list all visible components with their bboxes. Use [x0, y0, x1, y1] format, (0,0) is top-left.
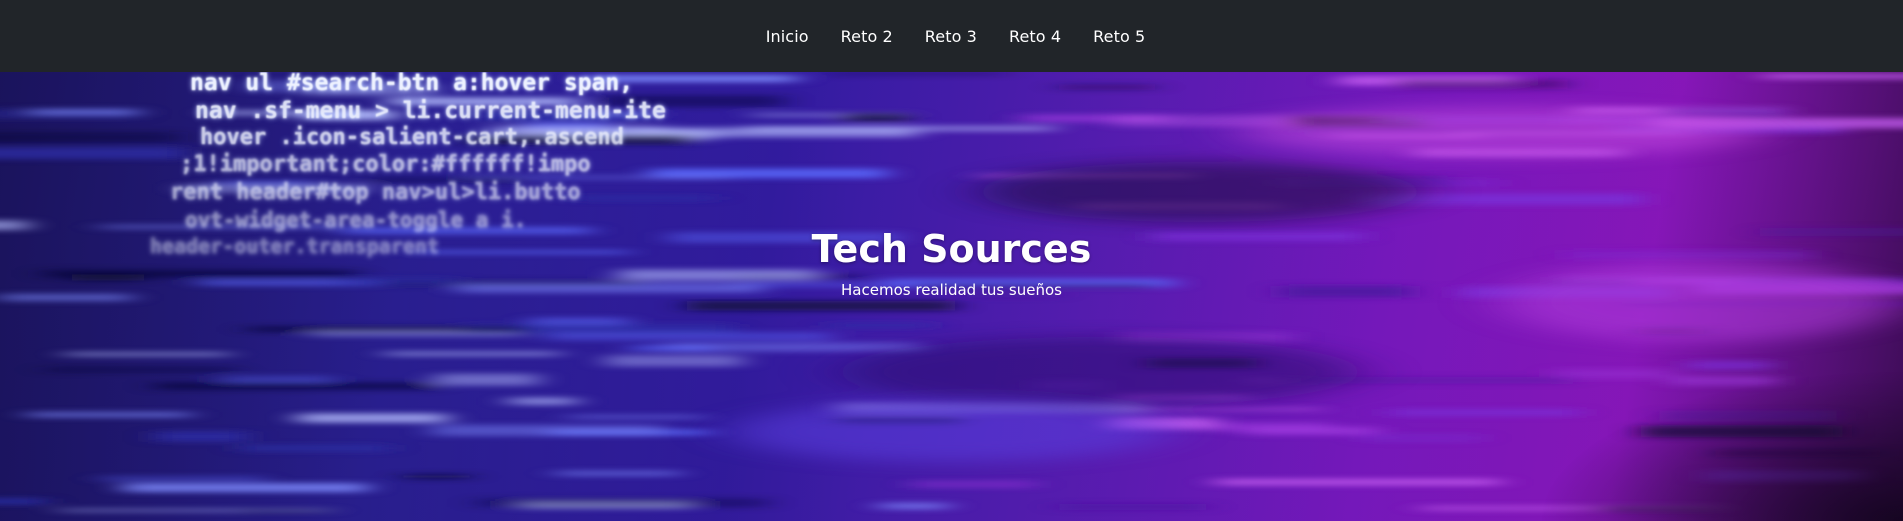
nav-link-reto-5[interactable]: Reto 5 [1093, 27, 1145, 46]
nav-item-inicio: Inicio [766, 27, 809, 46]
motion-streak [1762, 73, 1903, 79]
nav-item-reto-5: Reto 5 [1093, 27, 1145, 46]
motion-streak [1396, 79, 1568, 89]
code-line: hover .icon-salient-cart,.ascend [200, 125, 624, 150]
hero-title: Tech Sources [811, 227, 1092, 271]
motion-streak [910, 480, 1036, 488]
nav-link-reto-2[interactable]: Reto 2 [841, 27, 893, 46]
nav-link-reto-4[interactable]: Reto 4 [1009, 27, 1061, 46]
motion-streak [1059, 503, 1206, 510]
motion-streak [1118, 407, 1323, 411]
nav-item-reto-3: Reto 3 [925, 27, 977, 46]
motion-streak [1059, 84, 1155, 90]
nav-item-reto-2: Reto 2 [841, 27, 893, 46]
hero-subtitle: Hacemos realidad tus sueños [841, 281, 1062, 299]
code-line: ;1!important;color:#ffffff!impo [180, 152, 591, 177]
code-line: rent header#top nav>ul>li.butto [170, 180, 581, 205]
code-line: nav ul #search-btn a:hover span, [190, 72, 634, 96]
navbar: Inicio Reto 2 Reto 3 Reto 4 Reto 5 [0, 0, 1903, 72]
hero-banner: nav ul #search-btn a:hover span, nav .sf-… [0, 72, 1903, 521]
hero-text-block: Tech Sources Hacemos realidad tus sueños [0, 227, 1903, 299]
nav-menu: Inicio Reto 2 Reto 3 Reto 4 Reto 5 [766, 27, 1146, 46]
nav-link-inicio[interactable]: Inicio [766, 27, 809, 46]
nav-link-reto-3[interactable]: Reto 3 [925, 27, 977, 46]
nav-item-reto-4: Reto 4 [1009, 27, 1061, 46]
code-line: nav .sf-menu > li.current-menu-ite [195, 98, 666, 124]
